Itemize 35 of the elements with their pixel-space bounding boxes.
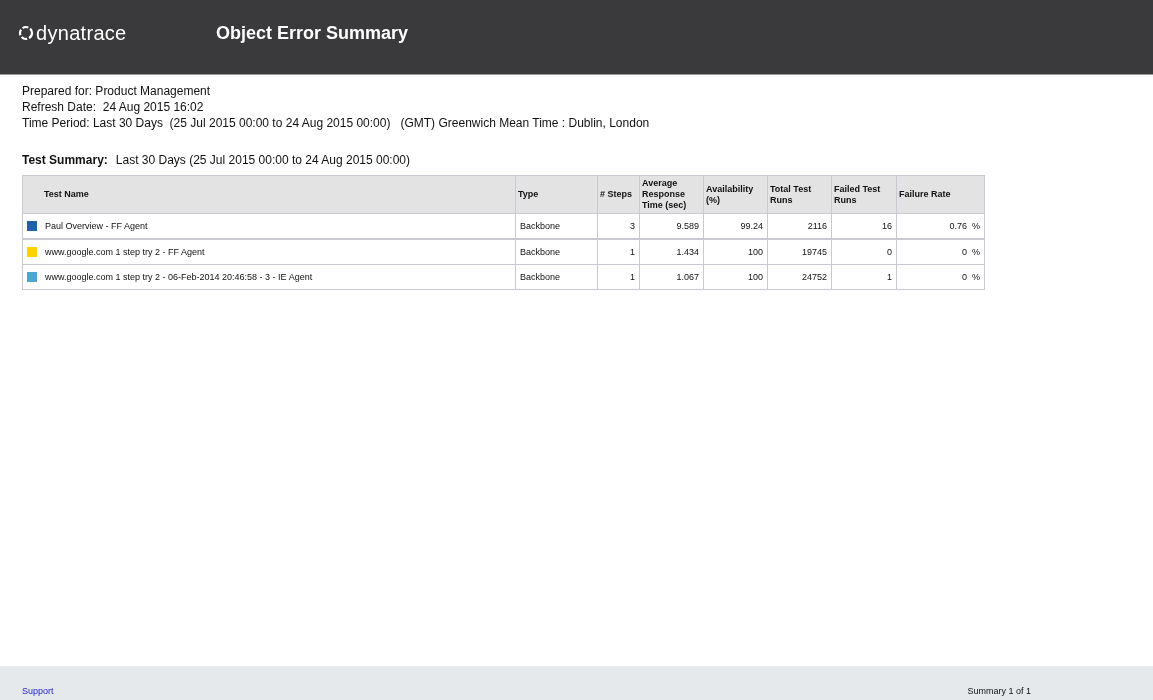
- column-header: Type: [515, 175, 598, 214]
- table-cell: Backbone: [515, 239, 598, 265]
- logo-icon: [18, 25, 34, 41]
- test-name: Paul Overview - FF Agent: [45, 221, 148, 231]
- table-cell: 100: [703, 264, 768, 290]
- table-cell: 19745: [767, 239, 832, 265]
- table-cell: 1: [597, 264, 640, 290]
- table-cell: 1.067: [639, 264, 704, 290]
- column-header: Failure Rate: [896, 175, 985, 214]
- summary-period: Last 30 Days (25 Jul 2015 00:00 to 24 Aug 2015 00:00): [115, 153, 411, 167]
- column-header: Availability (%): [703, 175, 768, 214]
- table-cell: 1.434: [639, 239, 704, 265]
- support-link[interactable]: Support: [22, 686, 54, 696]
- column-header: # Steps: [597, 175, 640, 214]
- table-cell: 24752: [767, 264, 832, 290]
- column-header: Test Name: [22, 175, 516, 214]
- table-cell: 0 %: [896, 239, 985, 265]
- info-line: Refresh Date: 24 Aug 2015 16:02: [22, 99, 205, 115]
- test-name: www.google.com 1 step try 2 - FF Agent: [45, 247, 205, 257]
- column-header: Average Response Time (sec): [639, 175, 704, 214]
- table-cell: Backbone: [515, 264, 598, 290]
- info-line: Time Period: Last 30 Days (25 Jul 2015 00:00 to 24 Aug 2015 00:00) (GMT) Greenwich Mean Time : Dublin, London: [22, 115, 651, 131]
- table-cell: 1: [597, 239, 640, 265]
- table-cell: 0: [831, 239, 897, 265]
- summary-label: Test Summary:: [22, 153, 108, 167]
- info-line: Prepared for: Product Management: [22, 83, 212, 99]
- table-cell: 0 %: [896, 264, 985, 290]
- table-cell: 100: [703, 239, 768, 265]
- page-indicator: Summary 1 of 1: [967, 686, 1031, 696]
- column-header: Total Test Runs: [767, 175, 832, 214]
- column-header: Failed Test Runs: [831, 175, 897, 214]
- table-cell: 1: [831, 264, 897, 290]
- logo-text: dynatrace: [36, 21, 127, 45]
- report-title: Object Error Summary: [216, 22, 409, 44]
- test-name: www.google.com 1 step try 2 - 06-Feb-2014 20:46:58 - 3 - IE Agent: [45, 272, 313, 282]
